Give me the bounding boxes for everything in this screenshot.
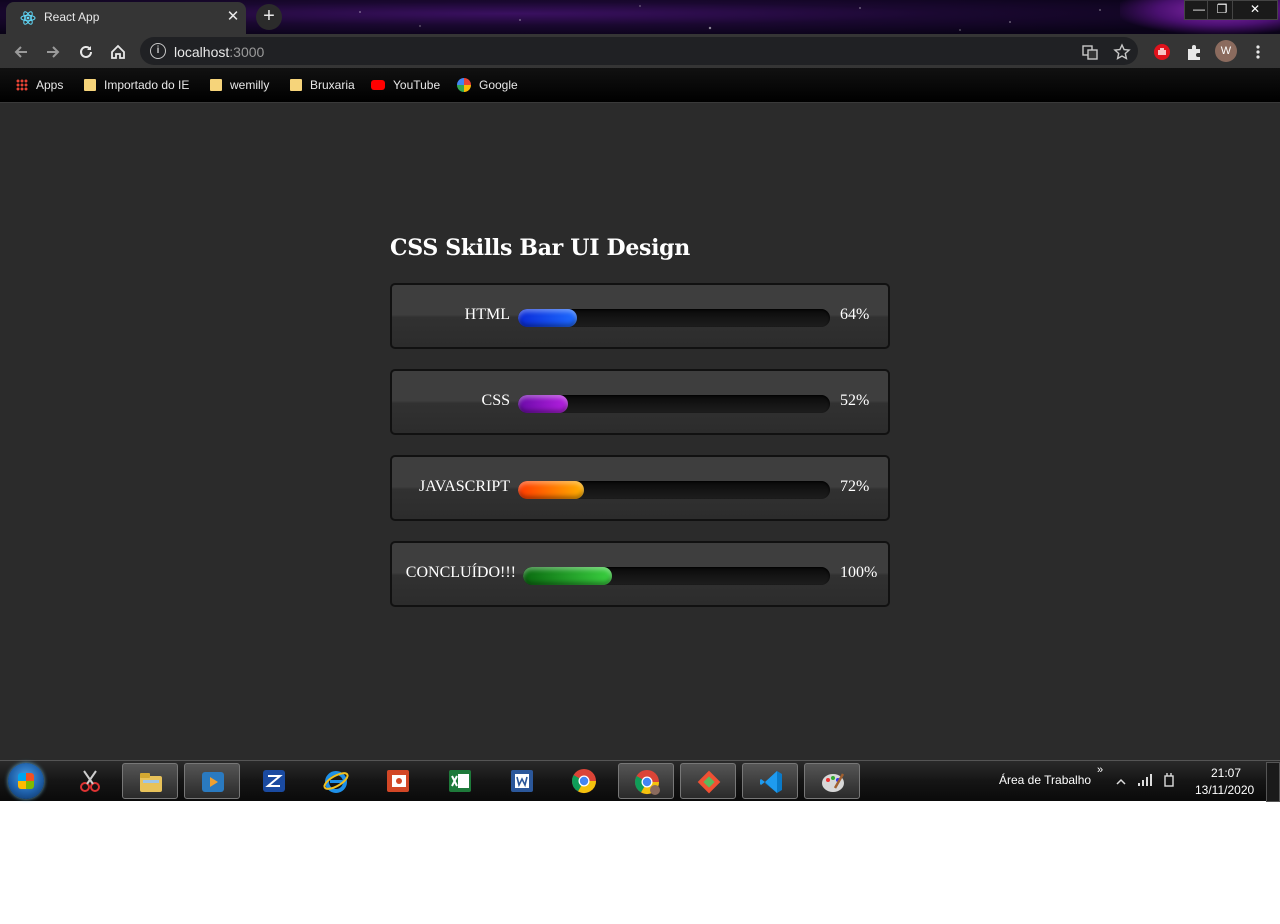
chrome-icon: [572, 769, 596, 794]
bookmark-label: Importado do IE: [104, 78, 190, 92]
tab-title: React App: [44, 10, 100, 24]
folder-icon: [84, 78, 96, 91]
skill-percent: 52%: [840, 392, 870, 409]
browser-toolbar: i localhost:3000 W: [0, 34, 1280, 68]
skill-label: JAVASCRIPT: [418, 478, 510, 495]
taskbar-media-player[interactable]: [184, 763, 240, 799]
back-arrow-icon[interactable]: [12, 43, 30, 61]
taskbar-scanner-app[interactable]: [246, 763, 302, 799]
show-desktop-button[interactable]: [1266, 762, 1280, 802]
url-text: localhost:3000: [174, 44, 265, 60]
skill-track: [518, 395, 830, 413]
skill-label: CSS: [481, 392, 510, 409]
internet-explorer-icon: [323, 771, 349, 793]
powerpoint-icon: [387, 770, 409, 792]
taskbar-powerpoint[interactable]: [370, 763, 426, 799]
extensions-puzzle-icon[interactable]: [1185, 43, 1203, 61]
skill-track: [518, 481, 830, 499]
skill-percent: 100%: [840, 564, 878, 581]
forward-arrow-icon[interactable]: [44, 43, 62, 61]
bookmark-label: Bruxaria: [310, 78, 355, 92]
taskbar-chrome[interactable]: [556, 763, 612, 799]
tab-close-icon[interactable]: ✕: [224, 7, 242, 27]
bookmark-youtube[interactable]: YouTube: [371, 77, 440, 93]
folder-icon: [210, 78, 222, 91]
browser-tab-active[interactable]: React App ✕: [6, 2, 246, 34]
google-icon: [457, 77, 471, 92]
desktop-toolbar-expand-icon[interactable]: »: [1097, 764, 1103, 776]
browser-title-bar: React App ✕ + — ❐ ✕: [0, 0, 1280, 34]
site-info-icon[interactable]: i: [150, 43, 166, 59]
clock-time[interactable]: 21:07: [1211, 766, 1241, 780]
skill-label: HTML: [464, 306, 510, 323]
skill-fill: [518, 481, 584, 499]
taskbar-vscode[interactable]: [742, 763, 798, 799]
bookmark-wemilly[interactable]: wemilly: [210, 77, 269, 93]
taskbar-paint[interactable]: [804, 763, 860, 799]
bookmark-label: wemilly: [230, 78, 270, 92]
apps-grid-icon: [16, 78, 28, 91]
taskbar-git-app[interactable]: [680, 763, 736, 799]
close-window-button[interactable]: ✕: [1232, 0, 1278, 20]
taskbar-chrome-profile-w[interactable]: [618, 763, 674, 799]
skill-bar-html: HTML 64%: [390, 283, 890, 349]
paint-palette-icon: [822, 773, 845, 792]
skill-percent: 64%: [840, 306, 870, 323]
git-diamond-icon: [697, 770, 721, 794]
folder-icon: [290, 78, 302, 91]
skill-fill: [518, 395, 568, 413]
page-title: CSS Skills Bar UI Design: [390, 235, 690, 261]
skill-track: [518, 309, 830, 327]
bookmark-apps[interactable]: Apps: [16, 77, 63, 93]
scanner-icon: [263, 770, 285, 792]
bookmark-importado-do-ie[interactable]: Importado do IE: [84, 77, 189, 93]
scissors-icon: [80, 770, 100, 792]
bookmark-google[interactable]: Google: [457, 77, 518, 93]
network-signal-icon[interactable]: [1138, 774, 1152, 789]
clock-date[interactable]: 13/11/2020: [1195, 783, 1254, 797]
windows-taskbar: Área de Trabalho » 21:07 13/11/2020: [0, 760, 1280, 802]
translate-icon[interactable]: [1081, 43, 1099, 61]
bookmark-bruxaria[interactable]: Bruxaria: [290, 77, 355, 93]
vscode-icon: [760, 771, 782, 793]
desktop-toolbar-label[interactable]: Área de Trabalho: [999, 773, 1091, 787]
page-content: CSS Skills Bar UI Design HTML 64% CSS 52…: [0, 103, 1280, 760]
media-player-icon: [202, 772, 224, 792]
skill-bar-css: CSS 52%: [390, 369, 890, 435]
power-plug-icon[interactable]: [1162, 773, 1176, 790]
skill-track: [523, 567, 830, 585]
adblock-extension-icon[interactable]: [1153, 43, 1171, 61]
skill-bar-javascript: JAVASCRIPT 72%: [390, 455, 890, 521]
react-icon: [20, 11, 36, 25]
excel-icon: [449, 770, 471, 792]
youtube-icon: [371, 79, 385, 90]
start-button[interactable]: [8, 763, 44, 799]
skill-fill: [518, 309, 578, 327]
bookmark-label: YouTube: [393, 78, 441, 92]
new-tab-button[interactable]: +: [256, 4, 282, 30]
taskbar-snipping-tool[interactable]: [62, 763, 118, 799]
skill-percent: 72%: [840, 478, 870, 495]
skill-label: CONCLUÍDO!!!: [405, 564, 516, 581]
taskbar-internet-explorer[interactable]: [308, 763, 364, 799]
bookmark-star-icon[interactable]: [1113, 43, 1131, 61]
folder-explorer-icon: [140, 773, 162, 792]
reload-icon[interactable]: [77, 43, 95, 61]
tray-expand-arrow-icon[interactable]: [1116, 775, 1126, 789]
windows-logo-icon: [18, 773, 34, 789]
bookmark-label: Google: [479, 78, 518, 92]
address-bar[interactable]: i localhost:3000: [140, 37, 1138, 65]
word-icon: [511, 770, 533, 792]
profile-avatar[interactable]: W: [1215, 40, 1237, 62]
bookmarks-bar: Apps Importado do IE wemilly Bruxaria Yo…: [0, 68, 1280, 103]
bookmark-label: Apps: [36, 78, 64, 92]
taskbar-excel[interactable]: [432, 763, 488, 799]
taskbar-word[interactable]: [494, 763, 550, 799]
menu-kebab-icon[interactable]: [1249, 43, 1267, 61]
taskbar-file-explorer[interactable]: [122, 763, 178, 799]
skill-fill: [523, 567, 613, 585]
skill-bar-concluido: CONCLUÍDO!!! 100%: [390, 541, 890, 607]
home-icon[interactable]: [109, 43, 127, 61]
chrome-profile-icon: [635, 770, 660, 795]
